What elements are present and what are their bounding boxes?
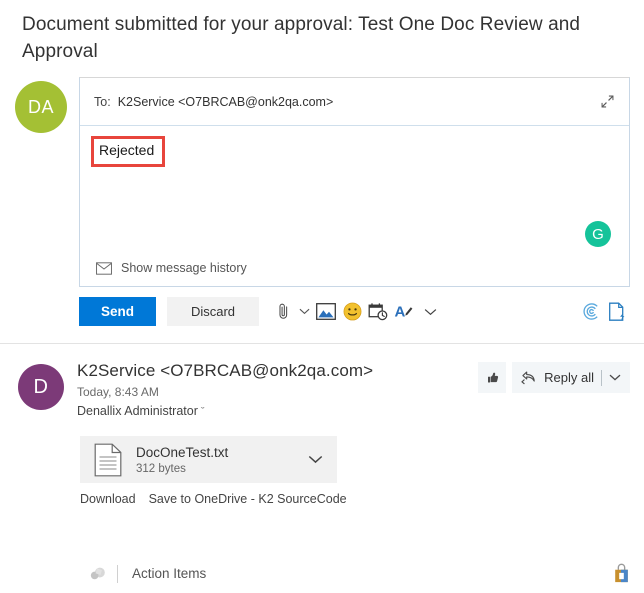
grammarly-icon[interactable]: G xyxy=(585,221,611,247)
text-file-icon xyxy=(94,443,122,477)
attachment-section: DocOneTest.txt 312 bytes Download Save t… xyxy=(0,418,644,506)
font-color-icon[interactable]: A xyxy=(391,298,417,326)
message-timestamp: Today, 8:43 AM xyxy=(77,385,159,399)
send-button[interactable]: Send xyxy=(79,297,156,326)
message-recipient[interactable]: Denallix Administrator ˇ xyxy=(77,404,478,418)
attachment-card[interactable]: DocOneTest.txt 312 bytes xyxy=(80,436,337,483)
expand-icon[interactable] xyxy=(597,92,617,112)
avatar-recipient: D xyxy=(18,364,64,410)
action-bar-divider xyxy=(117,564,118,583)
avatar-sender: DA xyxy=(15,81,67,133)
grammarly-tone-icon[interactable] xyxy=(578,298,604,326)
compose-card: To: K2Service <O7BRCAB@onk2qa.com> Rejec… xyxy=(79,77,630,287)
attachment-chevron-down-icon[interactable] xyxy=(300,454,331,465)
message-actions: Reply all xyxy=(478,362,630,393)
attachment-info: DocOneTest.txt 312 bytes xyxy=(136,444,300,475)
annotation-highlight-box: Rejected xyxy=(91,136,166,167)
message-sender: K2Service <O7BRCAB@onk2qa.com> xyxy=(77,361,374,380)
thumbs-up-icon[interactable] xyxy=(478,362,507,393)
page-title: Document submitted for your approval: Te… xyxy=(22,14,581,62)
reply-all-separator xyxy=(601,369,602,386)
download-link[interactable]: Download xyxy=(80,492,136,506)
app-cube-icon[interactable] xyxy=(88,564,107,583)
attach-chevron-down-icon[interactable] xyxy=(296,298,313,326)
emoji-icon[interactable] xyxy=(339,298,365,326)
message-meta: K2Service <O7BRCAB@onk2qa.com> Today, 8:… xyxy=(77,360,478,418)
more-options-chevron-down-icon[interactable] xyxy=(417,298,443,326)
svg-text:A: A xyxy=(395,304,406,321)
to-label: To: xyxy=(94,94,111,109)
toolbar-right-icons xyxy=(578,298,630,326)
action-items-bar: Action Items xyxy=(0,554,644,593)
document-insights-icon[interactable] xyxy=(604,298,630,326)
avatar-initials: D xyxy=(33,375,49,398)
reply-all-icon xyxy=(521,370,538,385)
compose-toolbar: Send Discard A xyxy=(0,287,644,326)
envelope-icon xyxy=(96,261,112,275)
to-field-row[interactable]: To: K2Service <O7BRCAB@onk2qa.com> xyxy=(80,78,629,126)
attach-icon[interactable] xyxy=(270,298,296,326)
compose-area: DA To: K2Service <O7BRCAB@onk2qa.com> Re… xyxy=(0,65,644,287)
discard-button[interactable]: Discard xyxy=(167,297,259,326)
insert-picture-icon[interactable] xyxy=(313,298,339,326)
save-to-onedrive-link[interactable]: Save to OneDrive - K2 SourceCode xyxy=(149,492,347,506)
attachment-file-name: DocOneTest.txt xyxy=(136,445,229,460)
compose-body[interactable]: Rejected G xyxy=(80,126,629,263)
attachment-file-size: 312 bytes xyxy=(136,463,186,475)
grammarly-glyph: G xyxy=(592,225,604,243)
message-header: D K2Service <O7BRCAB@onk2qa.com> Today, … xyxy=(0,344,644,418)
schedule-icon[interactable] xyxy=(365,298,391,326)
to-recipient-value[interactable]: K2Service <O7BRCAB@onk2qa.com> xyxy=(118,95,597,109)
secure-bag-lock-icon[interactable] xyxy=(613,563,630,584)
reply-all-button[interactable]: Reply all xyxy=(512,362,630,393)
show-message-history-row[interactable]: Show message history xyxy=(80,261,629,286)
reply-all-chevron-down-icon[interactable] xyxy=(609,373,621,382)
avatar-initials: DA xyxy=(27,96,54,117)
recipient-expand-chevron-icon[interactable]: ˇ xyxy=(201,406,205,418)
show-message-history-label[interactable]: Show message history xyxy=(121,261,247,275)
attachment-links: Download Save to OneDrive - K2 SourceCod… xyxy=(80,492,644,506)
message-recipient-name: Denallix Administrator xyxy=(77,404,198,418)
compose-body-text[interactable]: Rejected xyxy=(99,142,154,158)
action-items-label[interactable]: Action Items xyxy=(132,566,206,581)
toolbar-icon-group: A xyxy=(270,298,443,326)
reply-all-label: Reply all xyxy=(544,370,594,385)
